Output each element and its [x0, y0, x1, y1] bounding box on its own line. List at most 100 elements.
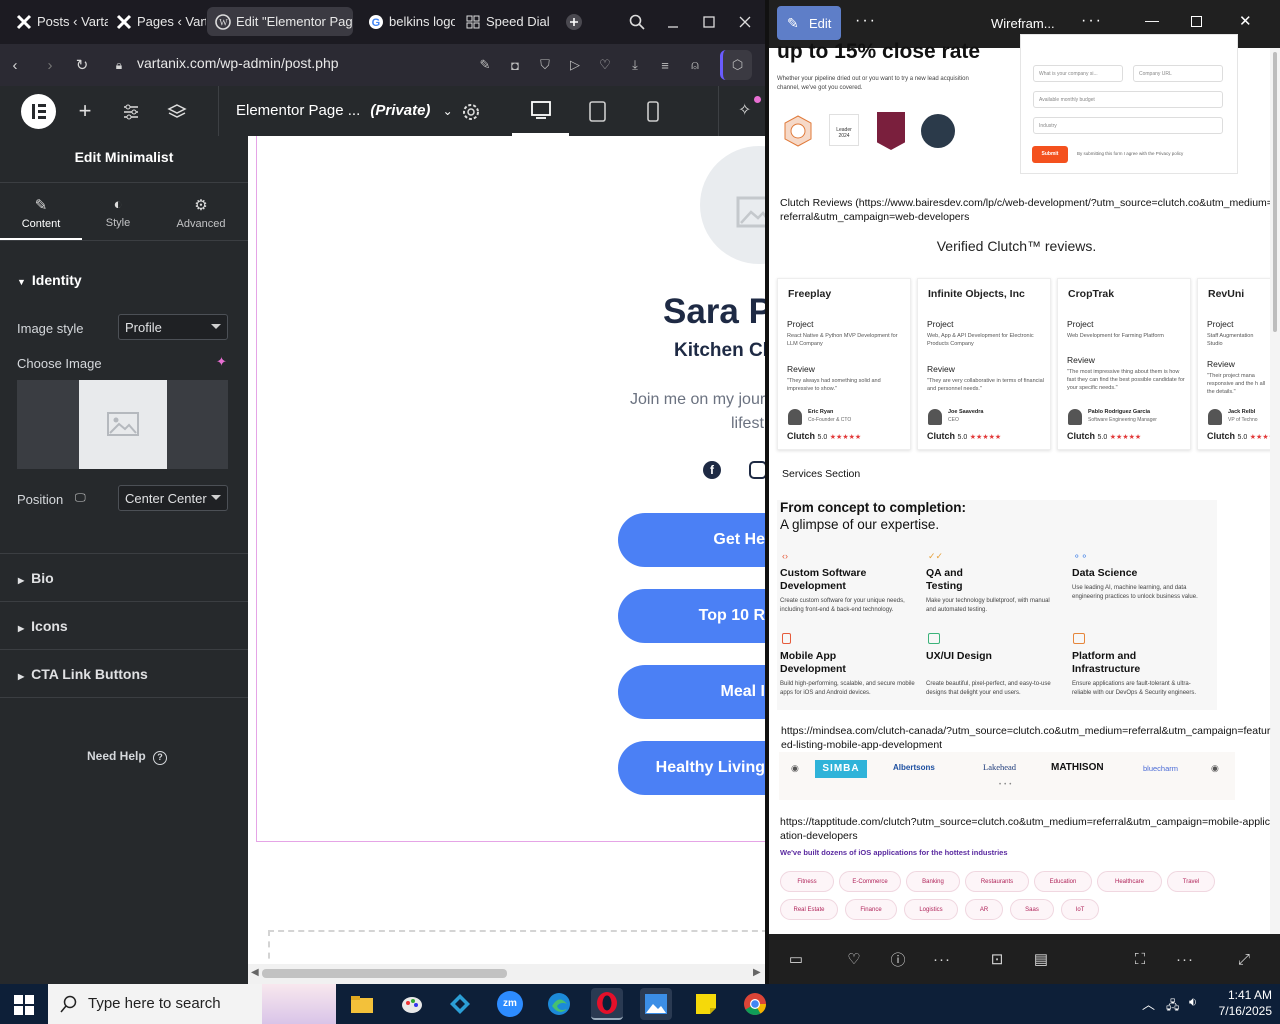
need-help-link[interactable]: Need Help ?: [87, 749, 168, 765]
file-explorer-icon[interactable]: [346, 988, 378, 1020]
forward-icon[interactable]: ›: [37, 52, 63, 78]
industry-select[interactable]: Industry: [1033, 117, 1223, 134]
close-icon[interactable]: [732, 9, 758, 35]
tab-belkins[interactable]: G belkins logo: [360, 7, 455, 36]
submit-button[interactable]: Submit: [1032, 146, 1068, 163]
tab-speed-dial[interactable]: Speed Dial: [457, 7, 552, 36]
edit-button[interactable]: ✎ Edit: [777, 6, 841, 40]
industry-pill[interactable]: Travel: [1167, 871, 1215, 892]
tab-edit-elementor[interactable]: W Edit "Elementor Page: [207, 7, 353, 36]
responsive-desktop-icon[interactable]: 🖵︎: [75, 492, 86, 505]
windows-start-icon[interactable]: [14, 995, 34, 1015]
tab-style[interactable]: ◐ Style: [77, 196, 159, 240]
section-bio[interactable]: ▶ Bio: [0, 553, 248, 601]
scroll-left-icon[interactable]: ◀: [251, 967, 259, 978]
heart-icon[interactable]: ♡: [594, 54, 616, 76]
favorite-heart-icon[interactable]: ♡: [842, 948, 866, 970]
notification-pin-icon[interactable]: ✧: [738, 96, 762, 124]
search-tabs-icon[interactable]: [624, 9, 650, 35]
clock[interactable]: 1:41 AM 7/16/2025: [1210, 987, 1272, 1019]
reload-icon[interactable]: ↻: [69, 52, 95, 78]
profile-image[interactable]: [700, 146, 765, 264]
close-icon[interactable]: ✕: [1239, 12, 1252, 30]
opera-icon[interactable]: [591, 988, 623, 1020]
facebook-icon[interactable]: f: [703, 461, 721, 479]
company-url-input[interactable]: Company URL: [1133, 65, 1223, 82]
viewer-scrollbar[interactable]: [1270, 48, 1280, 934]
industry-pill[interactable]: AR: [965, 899, 1003, 920]
carousel-dots[interactable]: •••: [999, 782, 1014, 788]
instagram-icon[interactable]: [749, 461, 765, 479]
show-hidden-icons-chevron[interactable]: ︿: [1142, 994, 1155, 1013]
add-element-icon[interactable]: +: [72, 99, 98, 125]
section-identity[interactable]: ▼ Identity: [17, 272, 82, 288]
edge-icon[interactable]: [543, 988, 575, 1020]
industry-pill[interactable]: Finance: [845, 899, 897, 920]
photos-icon[interactable]: [640, 988, 672, 1020]
download-icon[interactable]: ⤓: [624, 54, 646, 76]
industry-pill[interactable]: IoT: [1061, 899, 1099, 920]
industry-pill[interactable]: Healthcare: [1097, 871, 1162, 892]
more-options-icon[interactable]: ···: [1081, 12, 1103, 30]
desktop-view-button[interactable]: [512, 86, 569, 136]
cta-button-4[interactable]: Healthy Living: [618, 741, 765, 795]
paint-icon[interactable]: [396, 988, 428, 1020]
page-settings-gear-icon[interactable]: [459, 100, 483, 124]
cta-button-1[interactable]: Get He: [618, 513, 765, 567]
minimize-button[interactable]: —: [1145, 12, 1159, 28]
layers-icon[interactable]: [164, 99, 190, 125]
tablet-view-button[interactable]: [586, 86, 610, 136]
add-section-dropzone[interactable]: [268, 930, 765, 964]
cta-button-2[interactable]: Top 10 R: [618, 589, 765, 643]
tab-content[interactable]: ✎ Content: [0, 196, 82, 240]
filmstrip-icon[interactable]: ▭: [784, 948, 808, 970]
image-style-select[interactable]: Profile: [118, 314, 228, 340]
fit-to-window-icon[interactable]: ⛶: [1128, 948, 1152, 970]
next-arrow-icon[interactable]: ◉: [1211, 763, 1219, 774]
industry-pill[interactable]: Logistics: [904, 899, 958, 920]
sticky-notes-icon[interactable]: [690, 988, 722, 1020]
industry-pill[interactable]: Fitness: [780, 871, 834, 892]
maximize-button[interactable]: [1191, 16, 1202, 27]
industry-pill[interactable]: Saas: [1010, 899, 1054, 920]
elementor-logo-icon[interactable]: [21, 94, 56, 129]
play-icon[interactable]: ▷: [564, 54, 586, 76]
edit-icon[interactable]: ✎: [474, 54, 496, 76]
mobile-view-button[interactable]: [643, 86, 663, 136]
budget-select[interactable]: Available monthly budget: [1033, 91, 1223, 108]
industry-pill[interactable]: E-Commerce: [839, 871, 901, 892]
volume-icon[interactable]: 🔉︎: [1189, 994, 1197, 1010]
image-picker[interactable]: [17, 380, 228, 469]
back-icon[interactable]: ‹: [2, 52, 28, 78]
taskbar-search-box[interactable]: Type here to search: [48, 984, 336, 1024]
scroll-right-icon[interactable]: ▶: [753, 967, 761, 978]
page-title-dropdown[interactable]: Elementor Page ... (Private) ⌄: [236, 102, 453, 119]
company-size-select[interactable]: What is your company si...: [1033, 65, 1123, 82]
info-icon[interactable]: ⓘ: [886, 948, 910, 970]
shield-icon[interactable]: ⛉: [534, 54, 556, 76]
profile-icon[interactable]: ⍝: [684, 54, 706, 76]
camera-icon[interactable]: ◘: [504, 54, 526, 76]
site-settings-sliders-icon[interactable]: [118, 99, 144, 125]
tab-pages[interactable]: Pages ‹ Varta: [108, 7, 206, 36]
network-icon[interactable]: 🖧︎: [1166, 996, 1179, 1017]
horizontal-scrollbar[interactable]: ◀ ▶: [248, 964, 765, 984]
maximize-button[interactable]: [696, 9, 722, 35]
industry-pill[interactable]: Education: [1034, 871, 1092, 892]
more-options-icon[interactable]: ···: [1173, 948, 1197, 970]
app-diamond-icon[interactable]: [444, 988, 476, 1020]
minimize-button[interactable]: [660, 9, 686, 35]
cta-button-3[interactable]: Meal I: [618, 665, 765, 719]
position-select[interactable]: Center Center: [118, 485, 228, 511]
section-cta-link-buttons[interactable]: ▶ CTA Link Buttons: [0, 649, 248, 697]
extension-box-icon[interactable]: ⬡: [720, 50, 752, 80]
settings-sliders-icon[interactable]: ≡: [654, 54, 676, 76]
fullscreen-icon[interactable]: ⤢: [1232, 948, 1256, 970]
scrollbar-thumb[interactable]: [262, 969, 507, 978]
zoom-icon[interactable]: zm: [494, 988, 526, 1020]
ai-sparkle-icon[interactable]: ✦: [216, 354, 227, 370]
industry-pill[interactable]: Real Estate: [780, 899, 838, 920]
ocr-text-icon[interactable]: ▤: [1029, 948, 1053, 970]
new-tab-button[interactable]: [561, 9, 587, 35]
section-icons[interactable]: ▶ Icons: [0, 601, 248, 649]
